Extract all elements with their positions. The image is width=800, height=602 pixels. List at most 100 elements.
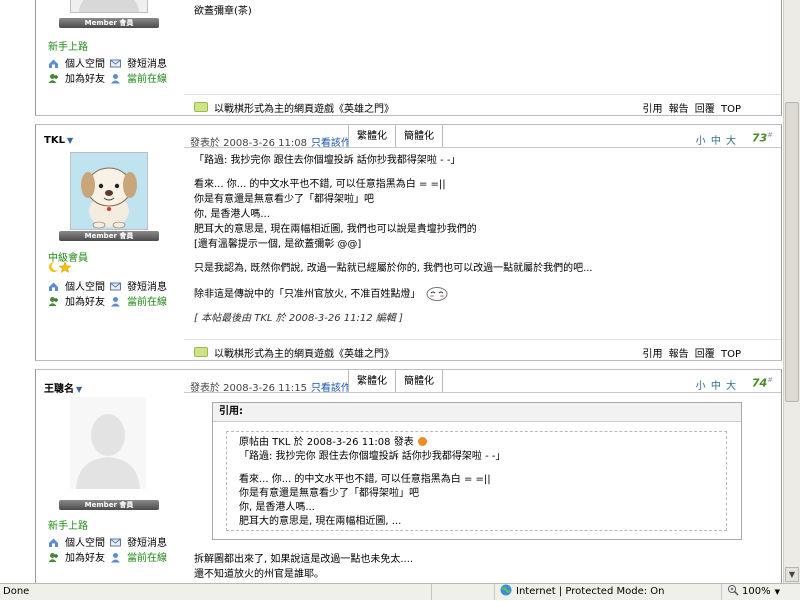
- post-footer: 以戰棋形式為主的網頁遊戲《英雄之門》 引用 報告 回覆 TOP: [184, 339, 781, 360]
- zoom-magnifier-icon: [727, 584, 739, 602]
- default-avatar-icon: [70, 397, 146, 489]
- send-message-link[interactable]: 發短消息: [110, 534, 167, 549]
- status-bar: Done Internet | Protected Mode: On 100% ▼: [0, 583, 800, 600]
- home-icon: [48, 537, 59, 548]
- home-icon: [48, 58, 59, 69]
- add-friend-label: 加為好友: [65, 297, 105, 308]
- avatar: [70, 397, 146, 489]
- footer-ad-text: 以戰棋形式為主的網頁遊戲《英雄之門》: [214, 104, 394, 115]
- message-icon: [110, 281, 121, 292]
- author-name[interactable]: TKL ▼: [44, 135, 73, 146]
- add-friend-link[interactable]: 加為好友: [48, 293, 105, 308]
- scroll-down-arrow-icon[interactable]: ▼: [785, 567, 799, 582]
- user-online-icon: [110, 296, 121, 307]
- post-content: 拆解圖都出來了, 如果說這是改過一點也未免太.... 還不知道放火的州官是誰耶。: [194, 552, 773, 582]
- send-message-link[interactable]: 發短消息: [110, 55, 167, 70]
- online-status: 當前在線: [110, 70, 167, 85]
- post-date-text: 發表於 2008-3-26 11:08: [190, 138, 307, 149]
- post-text-line: 除非這是傳說中的「只准州官放火, 不准百姓點燈」: [194, 285, 773, 302]
- author-name-text: 王聰名: [44, 384, 74, 395]
- post-sidebar: 王聰名 ▼ Member 會員 新手上路 個人空間 發短消息 加為好友 當前在線: [36, 370, 184, 583]
- message-icon: [110, 58, 121, 69]
- post-text-line: 欲蓋彌章(茶): [194, 6, 252, 17]
- post-73: TKL ▼ Member 會員 中級會員 個人空間 發短消息 加為好友 當前在線…: [35, 124, 782, 361]
- user-rank: 新手上路: [48, 42, 88, 53]
- author-name[interactable]: 王聰名 ▼: [44, 380, 82, 395]
- send-message-label: 發短消息: [127, 538, 167, 549]
- edit-note: [ 本帖最後由 TKL 於 2008-3-26 11:12 編輯 ]: [194, 313, 403, 324]
- message-icon: [110, 537, 121, 548]
- post-text-line: 還不知道放火的州官是誰耶。: [194, 569, 324, 580]
- personal-space-link[interactable]: 個人空間: [48, 534, 105, 549]
- avatar: [70, 0, 148, 34]
- online-label: 當前在線: [127, 297, 167, 308]
- quote-line: 看來... 你... 的中文水平也不錯, 可以任意指黑為白 = =||: [239, 474, 491, 485]
- ad-icon: [194, 347, 208, 357]
- post-sidebar: Member 會員 新手上路 個人空間 發短消息 加為好友 當前在線: [36, 0, 184, 115]
- online-label: 當前在線: [127, 553, 167, 564]
- chevron-down-icon: ▼: [774, 588, 780, 596]
- post-date: 發表於 2008-3-26 11:08 只看該作者: [190, 134, 361, 149]
- post-74: 王聰名▼ Member 會員 新手上路 個人空間 發短消息 加為好友 當前在線: [35, 369, 782, 583]
- emoticon-icon: [426, 287, 448, 301]
- add-friend-icon: [48, 552, 59, 563]
- scrollbar-thumb[interactable]: [785, 102, 799, 402]
- user-online-icon: [110, 73, 121, 84]
- browser-viewport: Member 會員 新手上路 個人空間 發短消息 加為好友 當前在線 欲蓋彌章(…: [0, 0, 783, 583]
- add-friend-link[interactable]: 加為好友: [48, 549, 105, 564]
- status-text: Done: [3, 586, 30, 597]
- send-message-link[interactable]: 發短消息: [110, 278, 167, 293]
- simplified-tab[interactable]: 簡體化: [395, 125, 443, 147]
- font-size-switch[interactable]: 小 中 大: [696, 377, 737, 392]
- online-status: 當前在線: [110, 549, 167, 564]
- post-text-line: 肥耳大的意思是, 現在兩幅相近圖, 我們也可以說是貴壇抄我們的: [194, 224, 477, 235]
- personal-space-link[interactable]: 個人空間: [48, 55, 105, 70]
- post-actions[interactable]: 引用 報告 回覆 TOP: [642, 345, 741, 360]
- floor-number: 73#: [752, 131, 773, 145]
- moon-star-icon: [49, 261, 72, 274]
- go-to-post-icon[interactable]: [417, 437, 427, 446]
- add-friend-icon: [48, 73, 59, 84]
- post-sidebar: TKL ▼ Member 會員 中級會員 個人空間 發短消息 加為好友 當前在線: [36, 125, 184, 360]
- post-text-line: [還有溫馨提示一個, 是欲蓋彌彰 @@]: [194, 239, 362, 250]
- post-main: 發表於 2008-3-26 11:08 只看該作者 繁體化 簡體化 小 中 大 7…: [184, 125, 781, 360]
- floor-number: 74#: [752, 376, 773, 390]
- post-text-line: 只是我認為, 既然你們說, 改過一點就已經屬於你的, 我們也可以改過一點就屬於我…: [194, 263, 593, 274]
- add-friend-icon: [48, 296, 59, 307]
- ad-icon: [194, 102, 208, 112]
- chevron-down-icon: ▼: [66, 136, 74, 145]
- post-content: 欲蓋彌章(茶): [194, 4, 773, 19]
- font-size-switch[interactable]: 小 中 大: [696, 132, 737, 147]
- footer-ad-link[interactable]: 以戰棋形式為主的網頁遊戲《英雄之門》: [194, 345, 394, 360]
- quote-body: 原帖由 TKL 於 2008-3-26 11:08 發表 「路過: 我抄完你 跟…: [226, 431, 727, 531]
- quote-title: 引用:: [213, 403, 741, 422]
- post-footer: 以戰棋形式為主的網頁遊戲《英雄之門》 引用 報告 回覆 TOP: [184, 94, 781, 115]
- post-text-line: 「路過: 我抄完你 跟住去你個壇投訴 話你抄我都得架啦 - -」: [194, 155, 461, 166]
- send-message-label: 發短消息: [127, 282, 167, 293]
- traditional-tab[interactable]: 繁體化: [348, 125, 396, 147]
- vertical-scrollbar[interactable]: ▼: [783, 0, 800, 583]
- footer-ad-link[interactable]: 以戰棋形式為主的網頁遊戲《英雄之門》: [194, 100, 394, 115]
- add-friend-label: 加為好友: [65, 553, 105, 564]
- add-friend-label: 加為好友: [65, 74, 105, 85]
- quote-source-text: 原帖由 TKL 於 2008-3-26 11:08 發表: [239, 437, 414, 448]
- send-message-label: 發短消息: [127, 59, 167, 70]
- post-text-span: 除非這是傳說中的「只准州官放火, 不准百姓點燈」: [194, 289, 421, 300]
- personal-space-label: 個人空間: [65, 538, 105, 549]
- user-online-icon: [110, 552, 121, 563]
- add-friend-link[interactable]: 加為好友: [48, 70, 105, 85]
- personal-space-link[interactable]: 個人空間: [48, 278, 105, 293]
- post-actions[interactable]: 引用 報告 回覆 TOP: [642, 100, 741, 115]
- status-empty-cell: [431, 584, 493, 600]
- personal-space-label: 個人空間: [65, 282, 105, 293]
- quote-line: 肥耳大的意思是, 現在兩幅相近圖, ...: [239, 516, 402, 527]
- security-zone[interactable]: Internet | Protected Mode: On: [494, 584, 715, 600]
- zoom-control[interactable]: 100% ▼: [721, 584, 800, 600]
- post-date-text: 發表於 2008-3-26 11:15: [190, 383, 307, 394]
- avatar: [70, 152, 148, 230]
- post-content: 「路過: 我抄完你 跟住去你個壇投訴 話你抄我都得架啦 - -」 看來... 你…: [194, 153, 773, 326]
- zoom-level: 100%: [742, 586, 771, 597]
- member-badge: Member 會員: [59, 18, 159, 28]
- simplified-tab[interactable]: 簡體化: [395, 370, 443, 392]
- traditional-tab[interactable]: 繁體化: [348, 370, 396, 392]
